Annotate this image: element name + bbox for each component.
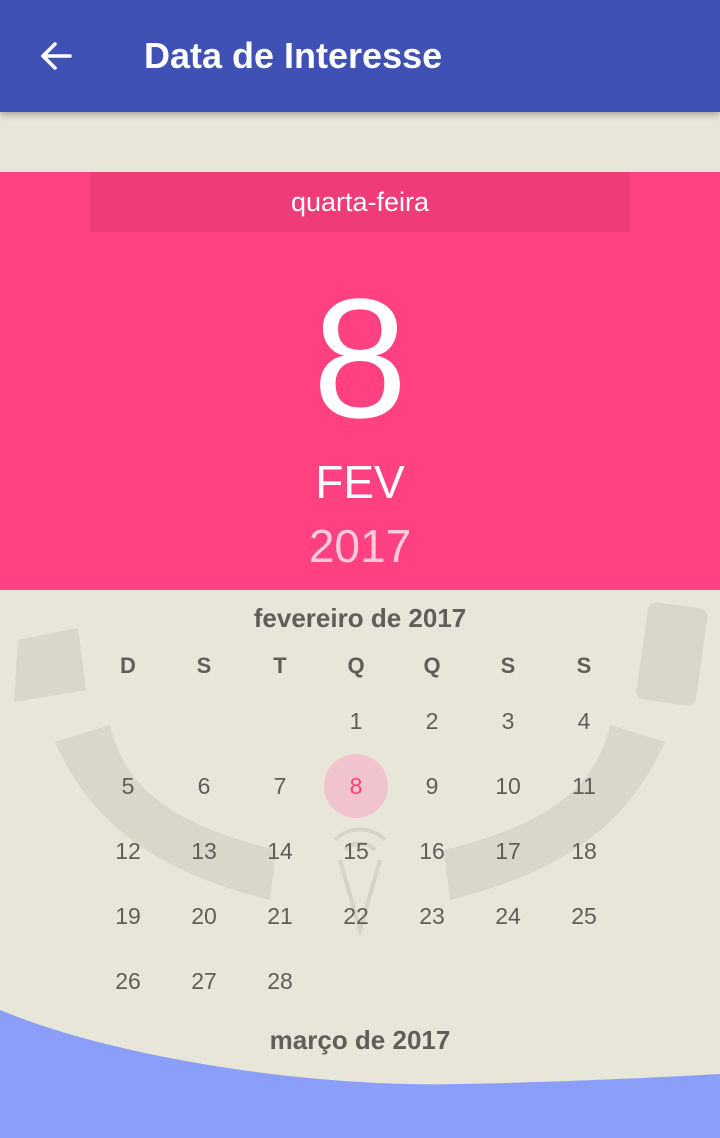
calendar-day[interactable]: 14 bbox=[248, 819, 312, 883]
calendar-day[interactable]: 3 bbox=[476, 689, 540, 753]
back-button[interactable] bbox=[32, 32, 80, 80]
calendar-day[interactable]: 5 bbox=[96, 754, 160, 818]
calendar-day[interactable]: 15 bbox=[324, 819, 388, 883]
calendar-day[interactable]: 2 bbox=[400, 689, 464, 753]
arrow-back-icon bbox=[41, 42, 72, 70]
calendar-day[interactable]: 19 bbox=[96, 884, 160, 948]
calendar-day[interactable]: 18 bbox=[552, 819, 616, 883]
calendar-day[interactable]: 1 bbox=[324, 689, 388, 753]
weekday-header-monday: S bbox=[196, 653, 212, 678]
selected-weekday: quarta-feira bbox=[90, 172, 630, 232]
weekday-header-tuesday: T bbox=[273, 653, 287, 678]
app-bar: Data de Interesse bbox=[0, 0, 720, 112]
calendar-day[interactable]: 12 bbox=[96, 819, 160, 883]
weekday-header-wednesday: Q bbox=[347, 653, 365, 678]
calendar-day[interactable]: 10 bbox=[476, 754, 540, 818]
calendar-day[interactable]: 17 bbox=[476, 819, 540, 883]
calendar-day[interactable]: 16 bbox=[400, 819, 464, 883]
date-picker-header: quarta-feira 8 FEV 2017 bbox=[0, 172, 720, 590]
calendar-day[interactable]: 20 bbox=[172, 884, 236, 948]
calendar-day[interactable]: 9 bbox=[400, 754, 464, 818]
calendar-day[interactable]: 23 bbox=[400, 884, 464, 948]
calendar-day[interactable]: 22 bbox=[324, 884, 388, 948]
calendar-day[interactable]: 7 bbox=[248, 754, 312, 818]
calendar-day[interactable]: 24 bbox=[476, 884, 540, 948]
calendar-day[interactable]: 13 bbox=[172, 819, 236, 883]
calendar-day[interactable]: 6 bbox=[172, 754, 236, 818]
selected-month[interactable]: FEV bbox=[0, 454, 720, 510]
selected-year[interactable]: 2017 bbox=[0, 518, 720, 574]
weekday-header-friday: S bbox=[500, 653, 516, 678]
calendar-day[interactable]: 25 bbox=[552, 884, 616, 948]
calendar-day-selected[interactable]: 8 bbox=[324, 754, 388, 818]
page-title: Data de Interesse bbox=[144, 35, 443, 76]
calendar-day[interactable]: 4 bbox=[552, 689, 616, 753]
calendar-day[interactable]: 11 bbox=[552, 754, 616, 818]
weekday-header-thursday: Q bbox=[423, 653, 441, 678]
bottom-wave bbox=[0, 1010, 720, 1138]
calendar-day[interactable]: 21 bbox=[248, 884, 312, 948]
month-title: fevereiro de 2017 bbox=[253, 603, 467, 633]
weekday-header-saturday: S bbox=[576, 653, 592, 678]
selected-day-number[interactable]: 8 bbox=[0, 264, 720, 454]
weekday-header-sunday: D bbox=[120, 653, 136, 678]
